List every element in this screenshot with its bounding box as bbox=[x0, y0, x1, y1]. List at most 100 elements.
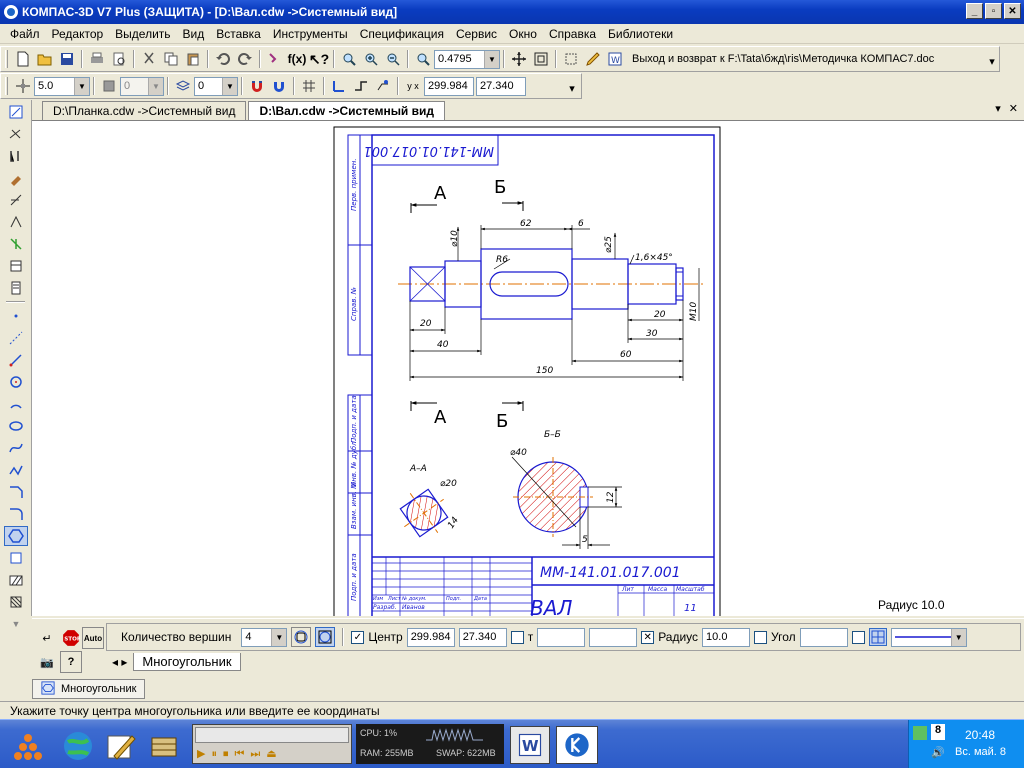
cursor-step-combo[interactable]: 5.0 ▼ bbox=[34, 76, 90, 96]
chevron-down-icon[interactable]: ▼ bbox=[271, 628, 287, 646]
zoom-window-icon[interactable] bbox=[338, 48, 360, 70]
language-indicator[interactable]: 8 bbox=[931, 724, 945, 740]
tabs-menu-icon[interactable]: ▾ bbox=[995, 102, 1001, 115]
local-cs-icon[interactable] bbox=[328, 75, 350, 97]
snap-magnet-icon[interactable] bbox=[246, 75, 268, 97]
angle-field[interactable] bbox=[799, 627, 848, 647]
zoom-in-icon[interactable] bbox=[360, 48, 382, 70]
tab-plank[interactable]: D:\Планка.cdw ->Системный вид bbox=[42, 101, 247, 120]
cursor-x-field[interactable]: 299.984 bbox=[424, 76, 474, 96]
stop-icon[interactable]: STOP bbox=[60, 627, 82, 649]
help-icon[interactable]: ? bbox=[60, 651, 82, 673]
polygon-tool-icon[interactable] bbox=[4, 526, 28, 546]
return-link-text[interactable]: Выход и возврат к F:\Tata\бжд\ris\Методи… bbox=[632, 53, 934, 65]
kompas-task-icon[interactable] bbox=[556, 726, 598, 764]
select-tool-icon[interactable] bbox=[4, 234, 28, 254]
hatch-tool-icon[interactable] bbox=[4, 570, 28, 590]
menu-libraries[interactable]: Библиотеки bbox=[602, 27, 679, 41]
polygon-object-tab[interactable]: Многоугольник bbox=[32, 679, 146, 699]
print-preview-icon[interactable] bbox=[108, 48, 130, 70]
menu-view[interactable]: Вид bbox=[177, 27, 211, 41]
paste-icon[interactable] bbox=[182, 48, 204, 70]
circle-tool-icon[interactable] bbox=[4, 372, 28, 392]
clock-time[interactable]: 20:48 bbox=[965, 728, 995, 742]
word-task-icon[interactable]: W bbox=[510, 726, 550, 764]
local-snap-magnet-icon[interactable] bbox=[268, 75, 290, 97]
polyline-tool-icon[interactable] bbox=[4, 460, 28, 480]
aux-line-tool-icon[interactable] bbox=[4, 328, 28, 348]
redo-icon[interactable] bbox=[234, 48, 256, 70]
menu-specification[interactable]: Спецификация bbox=[354, 27, 450, 41]
center-checkbox[interactable]: ✓ bbox=[351, 630, 365, 644]
pencil-check-icon[interactable] bbox=[582, 48, 604, 70]
word-link-icon[interactable]: W bbox=[604, 48, 626, 70]
help-pointer-icon[interactable]: ↖? bbox=[308, 48, 330, 70]
radius-checkbox[interactable]: ✕ bbox=[641, 630, 655, 644]
circumscribed-polygon-icon[interactable] bbox=[315, 627, 336, 647]
point-t-y-field[interactable] bbox=[589, 627, 638, 647]
close-document-icon[interactable]: ✕ bbox=[1009, 102, 1018, 115]
tab-scroll-arrows-icon[interactable]: ◂ ▸ bbox=[112, 655, 127, 669]
notepad-pen-icon[interactable] bbox=[102, 728, 138, 764]
menu-tools[interactable]: Инструменты bbox=[267, 27, 354, 41]
close-button[interactable]: ✕ bbox=[1004, 3, 1021, 19]
symbols-tool-icon[interactable] bbox=[4, 146, 28, 166]
tab-polygon[interactable]: Многоугольник bbox=[133, 653, 241, 671]
print-icon[interactable] bbox=[86, 48, 108, 70]
ortho-mode-icon[interactable] bbox=[350, 75, 372, 97]
archive-icon[interactable] bbox=[146, 728, 182, 764]
menu-service[interactable]: Сервис bbox=[450, 27, 503, 41]
panel-scroll-down-icon[interactable]: ▼ bbox=[4, 614, 28, 634]
line-style-combo[interactable]: ▼ bbox=[890, 627, 967, 647]
menu-select[interactable]: Выделить bbox=[109, 27, 176, 41]
geometry-tool-icon[interactable] bbox=[4, 102, 28, 122]
copy-icon[interactable] bbox=[160, 48, 182, 70]
contour-tool-icon[interactable] bbox=[4, 592, 28, 612]
browser-globe-icon[interactable] bbox=[60, 728, 96, 764]
round-icon[interactable] bbox=[372, 75, 394, 97]
refresh-icon[interactable] bbox=[560, 48, 582, 70]
start-button-icon[interactable] bbox=[10, 728, 48, 764]
drawing-canvas[interactable]: Перв. примен. Справ. № Подп. и дата Инв.… bbox=[32, 120, 1024, 616]
toolbar-overflow-chevron-icon[interactable]: ▾ bbox=[986, 50, 998, 72]
sync-tray-icon[interactable] bbox=[913, 726, 927, 740]
rectangle-tool-icon[interactable] bbox=[4, 548, 28, 568]
step-cursor-icon[interactable] bbox=[12, 75, 34, 97]
style-combo[interactable]: 0 ▼ bbox=[194, 76, 238, 96]
center-x-field[interactable]: 299.984 bbox=[406, 627, 455, 647]
show-all-icon[interactable] bbox=[530, 48, 552, 70]
dimensions-tool-icon[interactable] bbox=[4, 124, 28, 144]
undo-icon[interactable] bbox=[212, 48, 234, 70]
segment-tool-icon[interactable] bbox=[4, 350, 28, 370]
axes-icon[interactable] bbox=[868, 628, 887, 646]
pan-icon[interactable] bbox=[508, 48, 530, 70]
toolbar2-overflow-chevron-icon[interactable]: ▾ bbox=[566, 77, 578, 99]
inscribed-polygon-icon[interactable] bbox=[291, 627, 312, 647]
chevron-down-icon[interactable]: ▼ bbox=[950, 628, 966, 646]
create-object-icon[interactable]: ↵ bbox=[36, 627, 58, 649]
menu-help[interactable]: Справка bbox=[543, 27, 602, 41]
camera-icon[interactable]: 📷 bbox=[36, 651, 58, 673]
center-y-field[interactable]: 27.340 bbox=[458, 627, 507, 647]
ellipse-tool-icon[interactable] bbox=[4, 416, 28, 436]
parametrization-tool-icon[interactable] bbox=[4, 190, 28, 210]
menu-insert[interactable]: Вставка bbox=[210, 27, 267, 41]
open-icon[interactable] bbox=[34, 48, 56, 70]
chevron-down-icon[interactable]: ▼ bbox=[484, 50, 499, 68]
new-document-icon[interactable] bbox=[12, 48, 34, 70]
kompas-app-icon[interactable] bbox=[4, 5, 18, 19]
spec-tool-icon[interactable] bbox=[4, 256, 28, 276]
speaker-tray-icon[interactable]: 🔊 bbox=[931, 746, 945, 760]
chevron-down-icon[interactable]: ▼ bbox=[74, 77, 89, 95]
menu-file[interactable]: Файл bbox=[4, 27, 46, 41]
reports-tool-icon[interactable] bbox=[4, 278, 28, 298]
vertex-count-combo[interactable]: 4 ▼ bbox=[241, 627, 288, 647]
point-t-checkbox[interactable] bbox=[510, 630, 524, 644]
zoom-combo[interactable]: 0.4795 ▼ bbox=[434, 49, 500, 69]
chamfer-tool-icon[interactable] bbox=[4, 482, 28, 502]
maximize-button[interactable]: ▫ bbox=[985, 3, 1002, 19]
cursor-y-field[interactable]: 27.340 bbox=[476, 76, 526, 96]
edit-tool-icon[interactable] bbox=[4, 168, 28, 188]
zoom-scale-icon[interactable] bbox=[412, 48, 434, 70]
point-t-x-field[interactable] bbox=[537, 627, 586, 647]
